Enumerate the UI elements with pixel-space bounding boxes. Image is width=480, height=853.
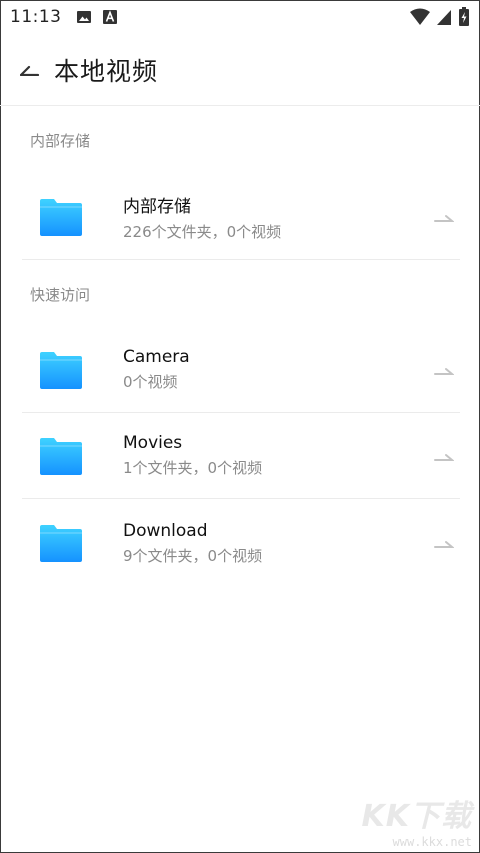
section-header-quick-access: 快速访问	[30, 286, 91, 304]
status-time: 11:13	[10, 7, 62, 27]
folder-icon	[40, 437, 82, 475]
folder-subtitle: 1个文件夹，0个视频	[123, 459, 263, 477]
watermark-url: www.kkx.net	[392, 835, 472, 849]
folder-name: 内部存储	[123, 196, 191, 217]
battery-icon	[459, 7, 469, 26]
folder-row-camera[interactable]: Camera 0个视频	[22, 327, 460, 413]
app-header: 本地视频	[0, 34, 480, 106]
row-arrow-icon	[434, 541, 454, 548]
folder-name: Camera	[123, 347, 190, 367]
folder-icon	[40, 351, 82, 389]
image-icon	[76, 11, 91, 23]
watermark-logo: KK下载	[361, 799, 472, 834]
row-arrow-icon	[434, 367, 454, 375]
folder-icon	[40, 525, 82, 562]
folder-icon	[40, 198, 82, 236]
folder-name: Download	[123, 520, 208, 541]
signal-icon	[437, 10, 451, 25]
status-bar: 11:13	[0, 0, 480, 34]
watermark: KK下载 www.kkx.net	[362, 791, 473, 849]
folder-row-internal-storage[interactable]: 内部存储 226个文件夹，0个视频	[22, 174, 460, 260]
folder-subtitle: 0个视频	[123, 373, 178, 391]
folder-subtitle: 9个文件夹，0个视频	[123, 546, 263, 565]
page-title: 本地视频	[54, 56, 159, 86]
row-arrow-icon	[434, 453, 454, 461]
back-arrow-icon	[20, 65, 40, 76]
font-a-icon	[102, 10, 117, 24]
back-button[interactable]	[0, 34, 60, 106]
wifi-icon	[410, 8, 430, 25]
folder-row-movies[interactable]: Movies 1个文件夹，0个视频	[22, 413, 460, 499]
folder-row-download[interactable]: Download 9个文件夹，0个视频	[22, 500, 460, 586]
folder-name: Movies	[123, 433, 183, 453]
folder-subtitle: 226个文件夹，0个视频	[123, 222, 282, 241]
section-header-internal-storage: 内部存储	[30, 132, 91, 150]
row-arrow-icon	[434, 214, 454, 222]
